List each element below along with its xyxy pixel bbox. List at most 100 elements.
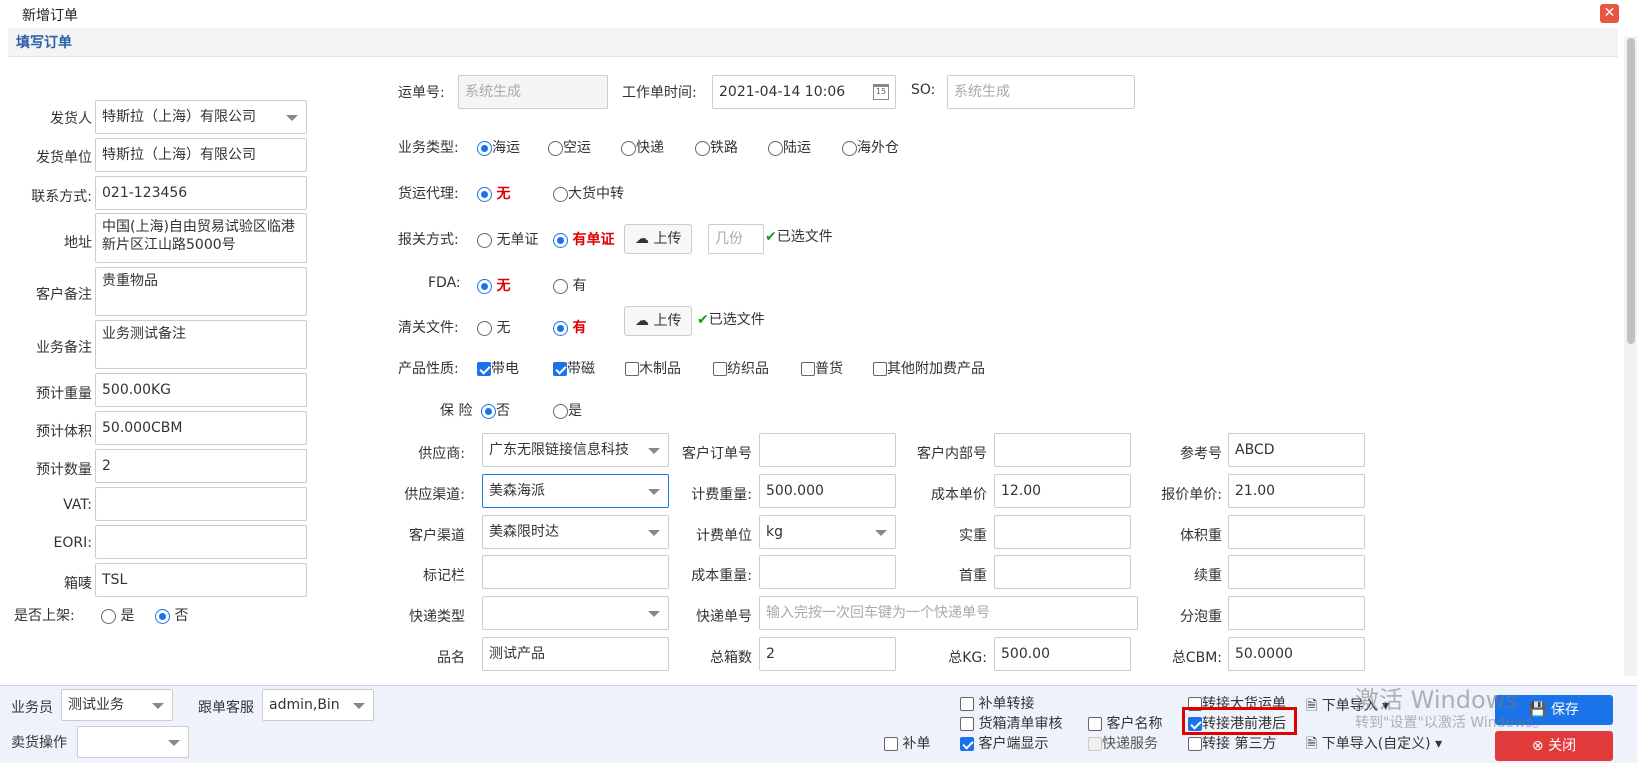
first-weight-input[interactable] <box>994 555 1131 589</box>
product-electric[interactable]: 带电 <box>477 358 519 378</box>
insurance-yes-label: 是 <box>568 403 582 419</box>
customs-with[interactable]: 有单证 <box>553 229 614 249</box>
cust-order-label: 客户订单号 <box>682 446 752 462</box>
cust-note-textarea[interactable]: 贵重物品 <box>95 267 307 316</box>
cost-price-input[interactable]: 12.00 <box>994 474 1131 508</box>
vol-weight-input[interactable] <box>1228 515 1365 549</box>
waybill-input[interactable]: 系统生成 <box>458 75 608 109</box>
real-weight-input[interactable] <box>994 515 1131 549</box>
follow-select[interactable]: admin,Bin <box>262 689 374 721</box>
product-general-label: 普货 <box>815 361 843 377</box>
qty-input[interactable]: 2 <box>95 449 307 483</box>
worktime-label: 工作单时间: <box>622 85 697 101</box>
boxes-input[interactable]: 2 <box>759 637 896 671</box>
worktime-input[interactable]: 2021-04-14 10:06 15 <box>712 75 896 109</box>
biz-type-land[interactable]: 陆运 <box>768 137 811 157</box>
salesman-select[interactable]: 测试业务 <box>61 689 173 721</box>
mark-input[interactable]: TSL <box>95 563 307 597</box>
insurance-yes[interactable]: 是 <box>553 400 582 420</box>
unit-input[interactable]: 特斯拉（上海）有限公司 <box>95 138 307 172</box>
fda-none[interactable]: 无 <box>477 275 510 295</box>
cont-weight-input[interactable] <box>1228 555 1365 589</box>
clearance-none-label: 无 <box>496 320 511 336</box>
product-textile[interactable]: 纺织品 <box>713 358 769 378</box>
channel-value: 美森海派 <box>489 483 545 499</box>
supplier-select[interactable]: 广东无限链接信息科技 <box>482 433 669 467</box>
save-label: 保存 <box>1550 702 1579 718</box>
so-input[interactable]: 系统生成 <box>947 75 1135 109</box>
product-other[interactable]: 其他附加费产品 <box>873 358 985 378</box>
contact-input[interactable]: 021-123456 <box>95 176 307 210</box>
cust-order-input[interactable] <box>759 433 896 467</box>
shipper-label: 发货人 <box>50 111 92 127</box>
ref-input[interactable]: ABCD <box>1228 433 1365 467</box>
channel-select[interactable]: 美森海派 <box>482 474 669 508</box>
cargo-review-checkbox[interactable]: 货箱清单审核 <box>960 713 1062 733</box>
seller-select[interactable] <box>77 726 189 758</box>
weight-input[interactable]: 500.00KG <box>95 373 307 407</box>
agent-none[interactable]: 无 <box>477 183 510 203</box>
supplement-checkbox[interactable]: 补单 <box>884 733 930 753</box>
close-icon[interactable]: ✕ <box>1600 4 1619 23</box>
cust-internal-input[interactable] <box>994 433 1131 467</box>
chevron-down-icon <box>648 530 660 536</box>
biz-type-sea[interactable]: 海运 <box>477 137 520 157</box>
fda-yes[interactable]: 有 <box>553 275 586 295</box>
checkbox-icon <box>884 737 898 751</box>
split-input[interactable] <box>1228 596 1365 630</box>
shipper-select[interactable]: 特斯拉（上海）有限公司 <box>95 100 307 134</box>
third-transfer-checkbox[interactable]: 转接 第三方 <box>1188 733 1276 753</box>
agent-bulk[interactable]: 大货中转 <box>553 183 624 203</box>
vat-input[interactable] <box>95 487 307 521</box>
eori-input[interactable] <box>95 525 307 559</box>
biz-type-express[interactable]: 快递 <box>621 137 664 157</box>
clearance-upload-label: 上传 <box>653 313 682 329</box>
volume-input[interactable]: 50.000CBM <box>95 411 307 445</box>
charge-weight-input[interactable]: 500.000 <box>759 474 896 508</box>
shelf-no-label: 否 <box>174 608 189 624</box>
remark-input[interactable] <box>482 555 669 589</box>
biz-note-textarea[interactable]: 业务测试备注 <box>95 320 307 369</box>
cost-weight-input[interactable] <box>759 555 896 589</box>
import-custom-dropdown[interactable]: 🗎 下单导入(自定义) ▾ <box>1306 729 1486 759</box>
product-magnetic[interactable]: 带磁 <box>553 358 595 378</box>
express-type-select[interactable] <box>482 596 669 630</box>
supplement-transfer-label: 补单转接 <box>978 696 1035 712</box>
clearance-none[interactable]: 无 <box>477 317 510 337</box>
cust-display-checkbox[interactable]: 客户端显示 <box>960 733 1048 753</box>
calendar-icon[interactable]: 15 <box>873 84 889 100</box>
biz-type-rail[interactable]: 铁路 <box>695 137 738 157</box>
product-wood-label: 木制品 <box>639 361 681 377</box>
customs-upload-button[interactable]: ☁ 上传 <box>624 224 693 254</box>
quote-price-input[interactable]: 21.00 <box>1228 474 1365 508</box>
shelf-no-radio[interactable]: 否 <box>155 605 188 625</box>
close-button[interactable]: ⊗ 关闭 <box>1495 731 1613 761</box>
supplement-transfer-checkbox[interactable]: 补单转接 <box>960 693 1034 713</box>
express-service-checkbox[interactable]: 快递服务 <box>1088 733 1158 753</box>
clearance-with[interactable]: 有 <box>553 317 586 337</box>
insurance-no-label: 否 <box>496 403 510 419</box>
product-wood[interactable]: 木制品 <box>625 358 681 378</box>
clearance-upload-button[interactable]: ☁ 上传 <box>624 306 693 336</box>
total-kg-input[interactable]: 500.00 <box>994 637 1131 671</box>
address-textarea[interactable]: 中国(上海)自由贸易试验区临港新片区江山路5000号 <box>95 213 307 263</box>
biz-type-overseas[interactable]: 海外仓 <box>842 137 899 157</box>
product-name-input[interactable]: 测试产品 <box>482 637 669 671</box>
eori-label: EORI: <box>53 535 92 551</box>
total-cbm-input[interactable]: 50.0000 <box>1228 637 1365 671</box>
charge-unit-select[interactable]: kg <box>759 515 896 549</box>
biz-type-air[interactable]: 空运 <box>548 137 591 157</box>
biz-type-rail-label: 铁路 <box>710 140 738 156</box>
check-icon: ✔ <box>765 229 777 245</box>
waybill-label: 运单号: <box>398 85 445 101</box>
express-no-input[interactable]: 输入完按一次回车键为一个快递单号 <box>759 596 1138 630</box>
insurance-no[interactable]: 否 <box>481 400 510 420</box>
cust-name-checkbox[interactable]: 客户名称 <box>1088 713 1162 733</box>
customs-none[interactable]: 无单证 <box>477 229 538 249</box>
copies-input[interactable]: 几份 <box>708 224 764 254</box>
product-general[interactable]: 普货 <box>801 358 843 378</box>
shelf-yes-radio[interactable]: 是 <box>101 605 134 625</box>
scrollbar-thumb[interactable] <box>1627 38 1635 344</box>
cust-channel-select[interactable]: 美森限时达 <box>482 515 669 549</box>
cust-channel-value: 美森限时达 <box>489 524 559 540</box>
